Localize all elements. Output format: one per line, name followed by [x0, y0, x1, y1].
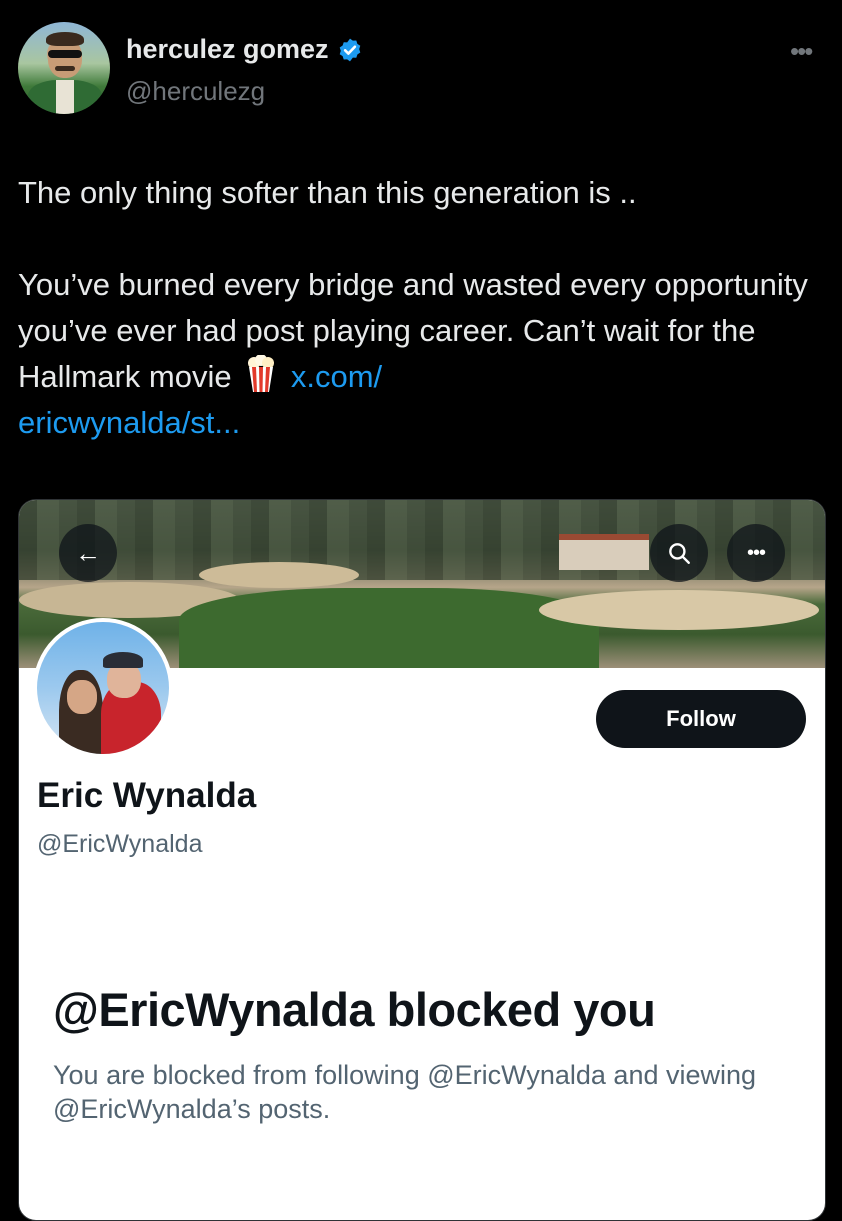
author-name-row: herculez gomez	[126, 34, 363, 65]
avatar-mustache	[55, 66, 75, 71]
author-handle[interactable]: @herculezg	[126, 76, 265, 107]
banner-house	[559, 534, 649, 570]
profile-handle: @EricWynalda	[37, 830, 203, 858]
back-arrow-icon[interactable]: ←	[59, 524, 117, 582]
search-icon[interactable]	[650, 524, 708, 582]
profile-avatar[interactable]	[33, 618, 173, 758]
author-avatar[interactable]	[18, 22, 110, 114]
popcorn-emoji-icon	[246, 354, 276, 393]
blocked-title: @EricWynalda blocked you	[53, 983, 656, 1036]
author-display-name[interactable]: herculez gomez	[126, 34, 329, 65]
avatar-tee	[56, 80, 74, 114]
blocked-description: You are blocked from following @EricWyna…	[53, 1060, 757, 1124]
profile-screenshot-card[interactable]: ← ••• Follow Eric Wynalda @EricWynalda @…	[18, 499, 826, 1221]
tweet-line-1: The only thing softer than this generati…	[18, 175, 637, 210]
tweet-body: The only thing softer than this generati…	[18, 170, 818, 446]
profile-display-name: Eric Wynalda	[37, 776, 257, 815]
avatar-sunglasses	[48, 50, 82, 58]
more-options-icon[interactable]: •••	[790, 38, 813, 64]
follow-button[interactable]: Follow	[596, 690, 806, 748]
tweet-line-2-text: You’ve burned every bridge and wasted ev…	[18, 267, 808, 394]
verified-badge-icon	[339, 38, 360, 61]
avatar-hair	[46, 32, 84, 46]
more-options-icon[interactable]: •••	[727, 524, 785, 582]
tweet-line-2: You’ve burned every bridge and wasted ev…	[18, 262, 818, 446]
